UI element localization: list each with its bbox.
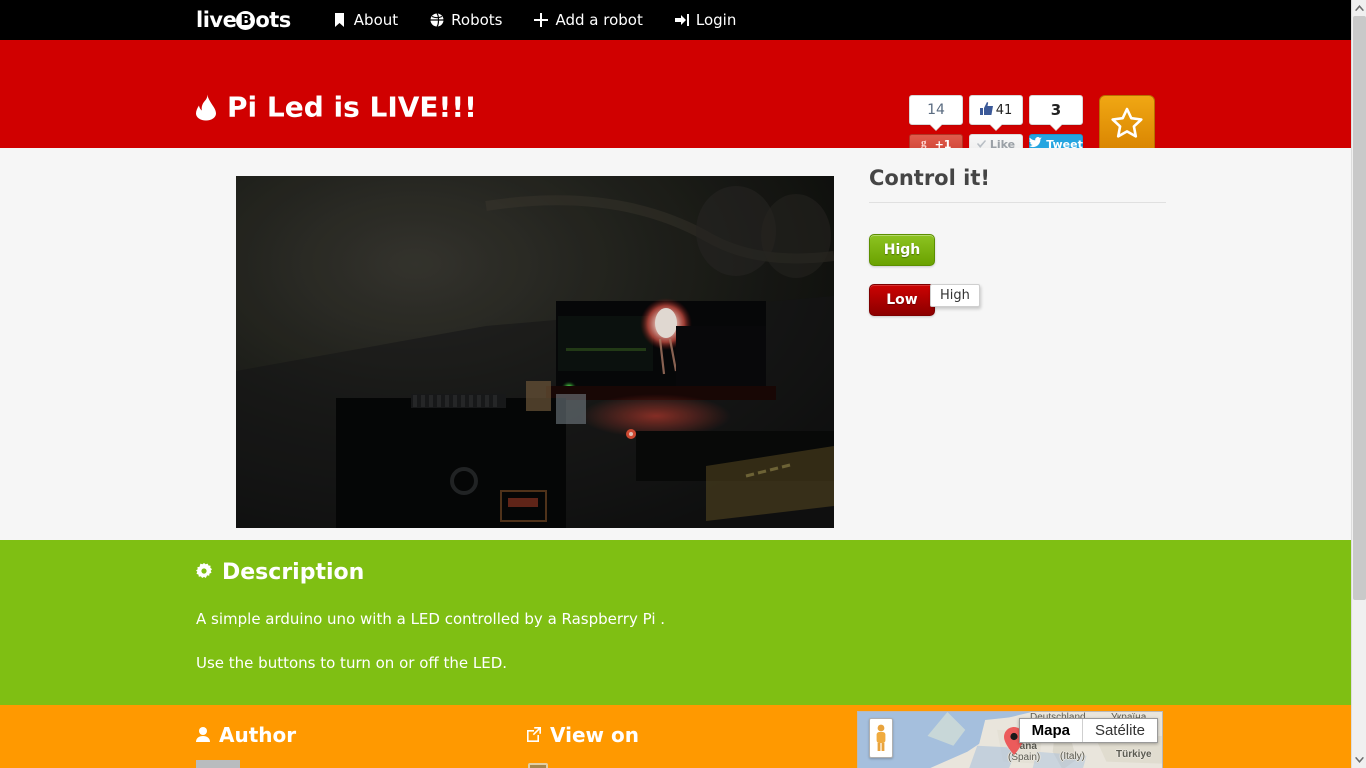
control-panel-divider xyxy=(869,202,1166,203)
facebook-count: 41 xyxy=(995,102,1013,118)
view-on-heading: View on xyxy=(526,723,639,747)
hero-banner: Pi Led is LIVE!!! 14 g +1 41 Like 3 Twee… xyxy=(0,40,1351,155)
favorite-button[interactable] xyxy=(1099,95,1155,155)
logo-text-ots: ots xyxy=(255,7,291,32)
fire-icon xyxy=(196,94,216,120)
gear-icon xyxy=(196,560,212,585)
description-paragraph-2: Use the buttons to turn on or off the LE… xyxy=(196,654,508,672)
scrollbar-thumb[interactable] xyxy=(1353,16,1366,600)
user-icon xyxy=(196,723,210,747)
chevron-down-icon[interactable] xyxy=(1352,752,1366,768)
nav-item-login[interactable]: Login xyxy=(659,11,752,29)
sign-in-icon xyxy=(674,13,689,27)
nav-item-about[interactable]: About xyxy=(317,11,414,29)
page-title: Pi Led is LIVE!!! xyxy=(196,91,477,124)
thumbs-up-icon xyxy=(979,101,993,119)
page-root: live Bots About Robots Add a robot Login… xyxy=(0,0,1351,768)
twitter-count: 3 xyxy=(1050,101,1062,119)
author-heading-label: Author xyxy=(219,723,297,747)
logo-badge-b: B xyxy=(236,10,256,30)
footer-author-column: Author xyxy=(196,723,526,768)
author-heading: Author xyxy=(196,723,526,747)
view-on-heading-label: View on xyxy=(550,723,639,747)
google-plus-count: 14 xyxy=(927,102,945,118)
facebook-like-widget: 41 Like xyxy=(969,95,1023,154)
svg-text:g: g xyxy=(921,137,927,148)
plus-icon xyxy=(534,13,549,27)
nav-item-add-a-robot-label: Add a robot xyxy=(555,11,643,29)
nav-item-robots[interactable]: Robots xyxy=(414,11,518,29)
social-buttons: 14 g +1 41 Like 3 Tweet xyxy=(909,95,1155,155)
control-buttons: High Low High xyxy=(869,234,1166,316)
live-camera-stream[interactable] xyxy=(236,176,834,528)
footer-section: Author View on spaña (Italy) (Spain) Tür… xyxy=(0,705,1351,768)
view-on-service-icon[interactable] xyxy=(526,760,566,768)
external-link-icon xyxy=(526,723,541,747)
main-content: Control it! High Low High xyxy=(0,148,1351,540)
star-icon xyxy=(1110,107,1144,144)
map-type-controls: Mapa Satélite xyxy=(1018,718,1158,743)
twitter-tweet-widget: 3 Tweet xyxy=(1029,95,1083,154)
high-button[interactable]: High xyxy=(869,234,935,266)
map-type-satelite[interactable]: Satélite xyxy=(1082,719,1157,742)
chevron-up-icon[interactable] xyxy=(1352,0,1366,16)
nav-item-add-a-robot[interactable]: Add a robot xyxy=(518,11,658,29)
description-section: Description A simple arduino uno with a … xyxy=(0,540,1351,705)
footer-view-on-column: View on xyxy=(526,723,639,768)
map-type-mapa[interactable]: Mapa xyxy=(1019,719,1083,742)
site-logo[interactable]: live Bots xyxy=(196,7,291,32)
nav-item-login-label: Login xyxy=(695,11,737,29)
control-panel-heading: Control it! xyxy=(869,166,990,190)
globe-icon xyxy=(430,13,444,27)
navbar-links: About Robots Add a robot Login xyxy=(317,11,753,29)
page-scrollbar[interactable] xyxy=(1351,0,1366,768)
nav-item-robots-label: Robots xyxy=(451,11,503,29)
control-panel: Control it! High Low High xyxy=(869,166,1166,316)
google-plus-widget: 14 g +1 xyxy=(909,95,963,154)
facebook-count-bubble: 41 xyxy=(969,95,1023,125)
page-title-text: Pi Led is LIVE!!! xyxy=(227,90,477,124)
street-view-pegman-icon[interactable] xyxy=(869,718,893,758)
logo-text-live: live xyxy=(196,7,237,32)
nav-item-about-label: About xyxy=(353,11,399,29)
button-tooltip: High xyxy=(930,284,980,307)
bookmark-icon xyxy=(333,13,347,27)
description-heading: Description xyxy=(196,560,1155,585)
low-button[interactable]: Low xyxy=(869,284,935,316)
description-paragraph-1: A simple arduino uno with a LED controll… xyxy=(196,610,666,628)
description-heading-label: Description xyxy=(222,560,365,585)
google-plus-count-bubble: 14 xyxy=(909,95,963,125)
twitter-count-bubble: 3 xyxy=(1029,95,1083,125)
camera-frame xyxy=(236,176,834,528)
location-map[interactable]: Deutschland Україна Fra Italia spaña (It… xyxy=(857,711,1163,768)
top-navbar: live Bots About Robots Add a robot Login xyxy=(0,0,1351,40)
avatar xyxy=(196,760,240,768)
